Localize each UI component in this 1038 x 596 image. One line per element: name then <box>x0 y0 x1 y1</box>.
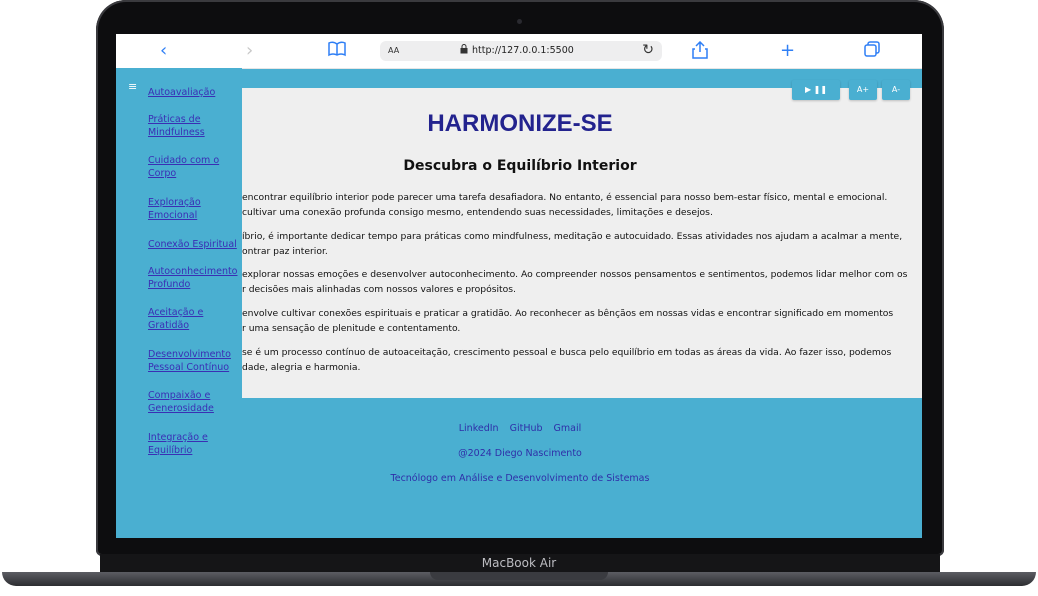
font-decrease-button[interactable]: A- <box>882 80 910 100</box>
sidebar-item-desenvolvimento[interactable]: Desenvolvimento Pessoal Contínuo <box>148 348 240 374</box>
lock-icon <box>460 44 468 57</box>
camera-dot <box>517 19 522 24</box>
laptop-base-notch <box>430 572 608 580</box>
browser-screen: ‹ › AA http://127.0.0.1:5500 ↻ + ≡ Autoa… <box>116 34 922 538</box>
sidebar-item-aceitacao-gratidao[interactable]: Aceitação e Gratidão <box>148 306 240 332</box>
paragraph-line: r uma sensação de plenitude e contentame… <box>242 323 461 334</box>
back-icon[interactable]: ‹ <box>160 41 167 61</box>
reader-aa-label[interactable]: AA <box>388 46 399 55</box>
sidebar-item-autoavaliacao[interactable]: Autoavaliação <box>148 86 240 99</box>
sidebar-item-exploracao-emocional[interactable]: Exploração Emocional <box>148 196 240 222</box>
page-subtitle: Descubra o Equilíbrio Interior <box>403 158 637 174</box>
paragraph-line: ontrar paz interior. <box>242 246 328 257</box>
paragraph-4: envolve cultivar conexões espirituais e … <box>242 306 910 336</box>
menu-icon[interactable]: ≡ <box>128 80 137 93</box>
book-icon[interactable] <box>328 41 346 62</box>
paragraph-line: dade, alegria e harmonia. <box>242 362 361 373</box>
page-title: HARMONIZE-SE <box>427 110 613 137</box>
footer-copyright: @2024 Diego Nascimento <box>458 448 582 459</box>
footer-role: Tecnólogo em Análise e Desenvolvimento d… <box>390 473 650 484</box>
paragraph-line: envolve cultivar conexões espirituais e … <box>242 308 894 319</box>
sidebar-item-cuidado-corpo[interactable]: Cuidado com o Corpo <box>148 154 240 180</box>
footer-link-github[interactable]: GitHub <box>510 423 543 434</box>
sidebar-item-integracao[interactable]: Integração e Equilíbrio <box>148 431 240 457</box>
paragraph-line: cultivar uma conexão profunda consigo me… <box>242 207 713 218</box>
paragraph-line: encontrar equilíbrio interior pode parec… <box>242 192 888 203</box>
sidebar-item-autoconhecimento[interactable]: Autoconhecimento Profundo <box>148 265 244 291</box>
plus-icon[interactable]: + <box>780 41 795 61</box>
sidebar-item-mindfulness[interactable]: Práticas de Mindfulness <box>148 113 240 139</box>
reload-icon[interactable]: ↻ <box>642 42 654 58</box>
paragraph-5: se é um processo contínuo de autoaceitaç… <box>242 345 910 375</box>
sidebar-item-conexao-espiritual[interactable]: Conexão Espiritual <box>148 238 244 251</box>
share-icon[interactable] <box>692 40 708 64</box>
paragraph-line: r decisões mais alinhadas com nossos val… <box>242 284 516 295</box>
tabs-icon[interactable] <box>864 41 880 62</box>
footer-link-linkedin[interactable]: LinkedIn <box>459 423 499 434</box>
paragraph-line: íbrio, é importante dedicar tempo para p… <box>242 231 903 242</box>
paragraph-2: íbrio, é importante dedicar tempo para p… <box>242 229 910 259</box>
footer-link-gmail[interactable]: Gmail <box>554 423 582 434</box>
paragraph-line: explorar nossas emoções e desenvolver au… <box>242 269 908 280</box>
sidebar-item-compaixao[interactable]: Compaixão e Generosidade <box>148 389 240 415</box>
font-increase-button[interactable]: A+ <box>849 80 877 100</box>
forward-icon[interactable]: › <box>246 41 253 61</box>
footer-links: LinkedIn GitHub Gmail <box>242 423 798 434</box>
play-pause-button[interactable]: ▶ ❚❚ <box>792 80 840 100</box>
browser-toolbar: ‹ › AA http://127.0.0.1:5500 ↻ + <box>116 34 922 69</box>
device-brand-label: MacBook Air <box>481 556 557 570</box>
address-bar[interactable]: AA http://127.0.0.1:5500 ↻ <box>380 41 662 61</box>
paragraph-line: se é um processo contínuo de autoaceitaç… <box>242 347 892 358</box>
paragraph-3: explorar nossas emoções e desenvolver au… <box>242 267 910 297</box>
paragraph-1: encontrar equilíbrio interior pode parec… <box>242 190 910 220</box>
url-text: http://127.0.0.1:5500 <box>472 45 574 56</box>
